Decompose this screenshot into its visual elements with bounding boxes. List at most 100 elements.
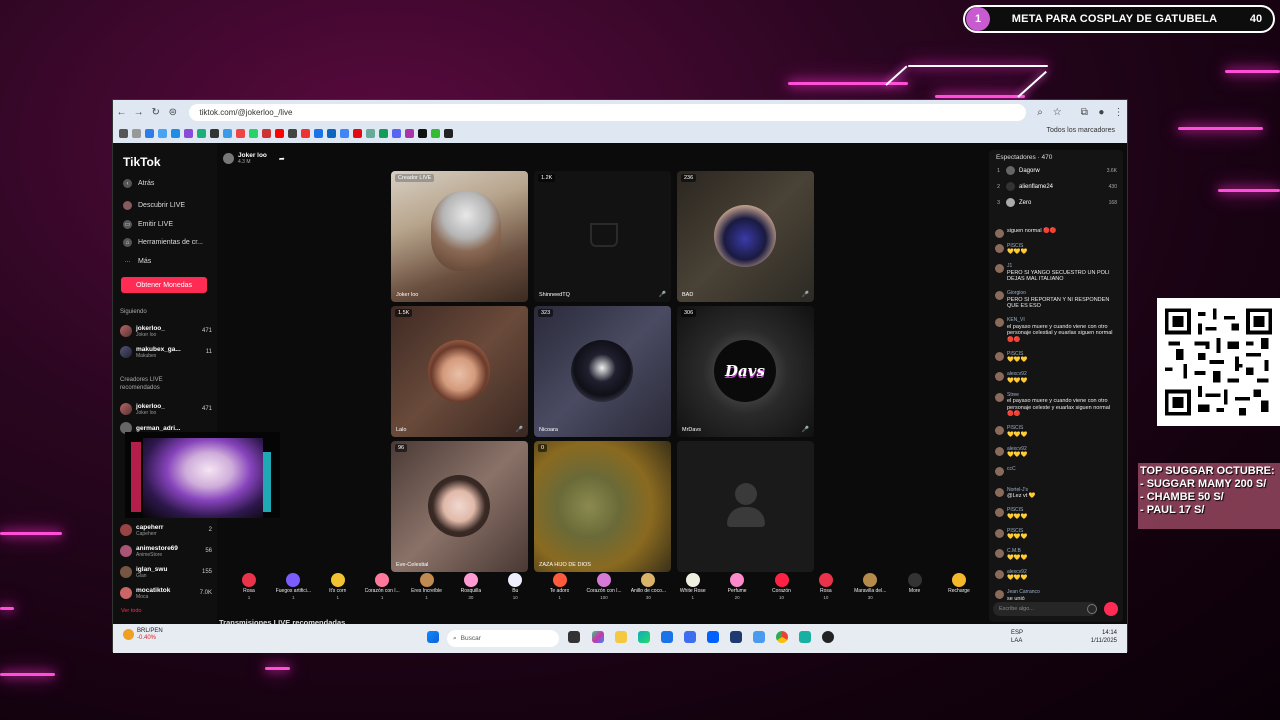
chat-message[interactable]: Stree el payaso muere y cuando viene con … (995, 392, 1119, 418)
nav-go-live[interactable]: ▭ Emitir LIVE (123, 220, 173, 229)
bookmark-icon[interactable] (444, 129, 453, 138)
chat-message[interactable]: J1 PERO SI YANGO SECUESTRO UN POLI DEJAS … (995, 263, 1119, 283)
clock[interactable]: 14:14 1/11/2025 (1091, 629, 1117, 645)
gift-item[interactable]: More (893, 573, 937, 609)
chat-message[interactable]: alexcv92 💛💛💛 (995, 569, 1119, 582)
bookmark-icon[interactable] (210, 129, 219, 138)
bookmark-icon[interactable] (197, 129, 206, 138)
chat-message[interactable]: C.M.B 💛💛💛 (995, 548, 1119, 561)
obs-icon[interactable] (822, 631, 834, 643)
send-gift-button[interactable] (1104, 602, 1118, 616)
gift-item[interactable]: Bu 10 (493, 573, 537, 609)
chat-message[interactable]: KEN_VI el payaso muere y cuando viene con… (995, 317, 1119, 343)
app-icon[interactable] (753, 631, 765, 643)
edge-icon[interactable] (638, 631, 650, 643)
gift-item[interactable]: Perfume 20 (715, 573, 759, 609)
task-view-icon[interactable] (568, 631, 580, 643)
gift-item[interactable]: Fuegos artifici... 1 (271, 573, 315, 609)
video-tile[interactable]: 0 ZAZA HIJO DE DIOS (534, 441, 671, 572)
recommended-account[interactable]: jokerloo_ Joker loo 471 (120, 400, 212, 418)
video-tile[interactable]: 323 Nicoara (534, 306, 671, 437)
language-indicator[interactable]: ESP LAA (1011, 629, 1023, 645)
bookmark-icon[interactable] (379, 129, 388, 138)
chat-message[interactable]: ccC (995, 466, 1119, 476)
extensions-icon[interactable]: ⧉ (1076, 107, 1093, 118)
video-tile[interactable]: 236 BAD 🎤 (677, 171, 814, 302)
forward-arrow-icon[interactable]: → (130, 107, 147, 118)
bookmark-icon[interactable] (340, 129, 349, 138)
recommended-account[interactable]: capeherr Capeherr 2 (120, 521, 212, 539)
gift-item[interactable]: Maravilla del... 30 (848, 573, 892, 609)
bookmark-icon[interactable] (418, 129, 427, 138)
bookmark-icon[interactable] (392, 129, 401, 138)
ticker-widget[interactable]: BRL/PEN -0.40% (123, 628, 163, 642)
top-viewer[interactable]: 1 Dagorw 3.6K (997, 166, 1117, 175)
host-avatar[interactable] (223, 153, 234, 164)
chat-message[interactable]: Nortel-J's @Lez vt 💛 (995, 487, 1119, 500)
gift-item[interactable]: White Rose 1 (671, 573, 715, 609)
gift-item[interactable]: Corazón 10 (760, 573, 804, 609)
store-icon[interactable] (684, 631, 696, 643)
video-tile[interactable]: Davs 306 MrDavs 🎤 (677, 306, 814, 437)
chat-message[interactable]: alexcv92 💛💛💛 (995, 371, 1119, 384)
bookmark-icon[interactable] (236, 129, 245, 138)
bookmark-icon[interactable] (223, 129, 232, 138)
top-viewer[interactable]: 2 alienflame24 430 (997, 182, 1117, 191)
video-tile[interactable]: 1.2K ShinneedTQ 🎤 (534, 171, 671, 302)
recommended-account[interactable]: mocatiktok Moca 7.0K (120, 584, 212, 602)
tiktok-logo[interactable]: TikTok (123, 155, 161, 169)
chat-message[interactable]: alexcv92 💛💛💛 (995, 446, 1119, 459)
host-name[interactable]: Joker loo (238, 152, 267, 159)
copilot-icon[interactable] (592, 631, 604, 643)
bookmark-icon[interactable] (431, 129, 440, 138)
bookmark-icon[interactable] (171, 129, 180, 138)
bookmark-icon[interactable] (262, 129, 271, 138)
reload-icon[interactable]: ↻ (147, 107, 164, 118)
gift-item[interactable]: Corazón con l... 1 (360, 573, 404, 609)
bookmark-star-icon[interactable]: ☆ (1049, 107, 1066, 118)
mail-icon[interactable] (661, 631, 673, 643)
top-viewer[interactable]: 3 Zero 168 (997, 198, 1117, 207)
app-icon[interactable] (730, 631, 742, 643)
recommended-account[interactable]: iglan_swu Glan 155 (120, 563, 212, 581)
chat-message[interactable]: PISCIS 💛💛💛 (995, 507, 1119, 520)
see-all-link[interactable]: Ver todo (121, 608, 142, 614)
following-account[interactable]: makubex_ga... Makubex 11 (120, 343, 212, 361)
chat-message[interactable]: PISCIS 💛💛💛 (995, 243, 1119, 256)
bookmark-icon[interactable] (275, 129, 284, 138)
file-explorer-icon[interactable] (615, 631, 627, 643)
emoji-icon[interactable] (1087, 604, 1097, 614)
bookmark-icon[interactable] (366, 129, 375, 138)
profile-icon[interactable]: ● (1093, 107, 1110, 118)
app-icon[interactable] (799, 631, 811, 643)
get-coins-button[interactable]: Obtener Monedas (121, 277, 207, 293)
bookmark-icon[interactable] (158, 129, 167, 138)
gift-item[interactable]: Te adoro 1 (538, 573, 582, 609)
gift-item[interactable]: Eres Increíble 1 (405, 573, 449, 609)
chat-message[interactable]: Jean Carranco se unió (995, 589, 1119, 602)
video-tile[interactable]: 1.5K Lalo 🎤 (391, 306, 528, 437)
bookmark-icon[interactable] (327, 129, 336, 138)
video-tile[interactable]: 96 Eve-Celestial (391, 441, 528, 572)
site-info-icon[interactable]: ⊜ (164, 107, 181, 118)
share-icon[interactable]: ➦ (279, 155, 285, 163)
back-arrow-icon[interactable]: ← (113, 107, 130, 118)
gift-item[interactable]: Recharge (937, 573, 981, 609)
bookmark-icon[interactable] (184, 129, 193, 138)
bookmark-icon[interactable] (119, 129, 128, 138)
chrome-icon[interactable] (776, 631, 788, 643)
chat-input[interactable]: Escribe algo... (993, 602, 1097, 616)
viewers-header[interactable]: Espectadores · 470 (996, 154, 1052, 161)
chat-message[interactable]: PISCIS 💛💛💛 (995, 425, 1119, 438)
following-account[interactable]: jokerloo_ Joker loo 471 (120, 322, 212, 340)
gift-item[interactable]: Anillo de coco... 30 (626, 573, 670, 609)
bookmark-icon[interactable] (405, 129, 414, 138)
bookmark-icon[interactable] (353, 129, 362, 138)
nav-discover-live[interactable]: Descubrir LIVE (123, 201, 185, 210)
address-bar[interactable]: tiktok.com/@jokerloo_/live (189, 103, 1026, 121)
recommended-account[interactable]: animestore69 AnimeStore 56 (120, 542, 212, 560)
gift-item[interactable]: Rosa 1 (227, 573, 271, 609)
video-tile-empty[interactable] (677, 441, 814, 572)
gift-item[interactable]: Rosquilla 30 (449, 573, 493, 609)
all-bookmarks-folder[interactable]: Todos los marcadores (1047, 127, 1115, 134)
